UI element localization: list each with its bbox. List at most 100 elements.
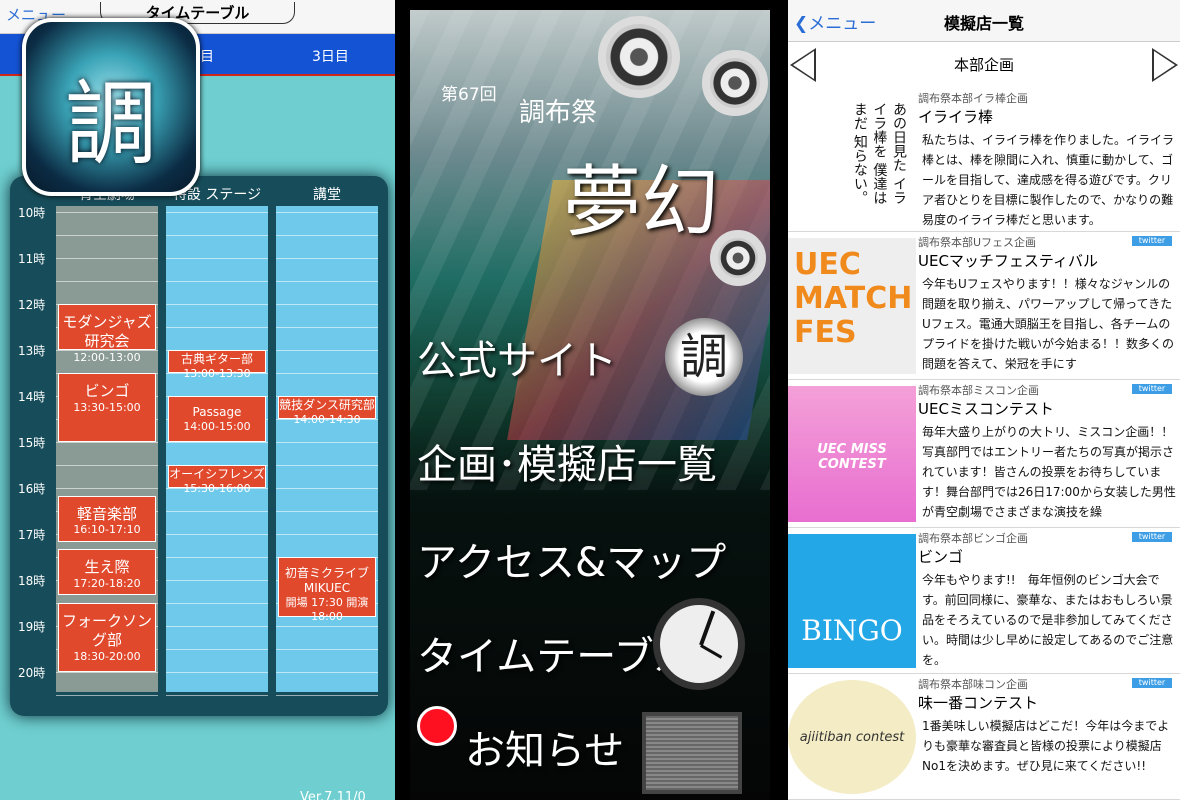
grid-line — [166, 534, 268, 535]
stall-list-item[interactable]: UEC MISS CONTEST 調布祭本部ミスコン企画 UECミスコンテスト 毎年大… — [788, 380, 1180, 528]
column-header-kodo: 講堂 — [313, 187, 341, 203]
event-time: 13:30-15:00 — [73, 400, 141, 414]
event-block[interactable]: 初音ミクライブ MIKUEC 開場 17:30 開演 18:00 — [278, 557, 376, 623]
grid-line — [276, 488, 378, 489]
event-block[interactable]: モダンジャズ研究会 12:00-13:00 — [58, 304, 156, 364]
event-block[interactable]: ビンゴ 13:30-15:00 — [58, 373, 156, 442]
event-block[interactable]: 軽音楽部 16:10-17:10 — [58, 495, 156, 542]
stall-organizer: 調布祭本部ビンゴ企画 — [918, 532, 1028, 545]
event-name: オーイシフレンズ — [169, 467, 265, 481]
stall-thumbnail: UEC MISS CONTEST — [788, 386, 916, 522]
event-name: ビンゴ — [84, 382, 130, 400]
timetable-screen: メニュー タイムテーブル 目 3日目 青空劇場 特設 ステージ 講堂 10時11… — [0, 0, 395, 800]
event-name: Passage — [192, 405, 242, 419]
stall-list-item[interactable]: ajiitiban contest 調布祭本部味コン企画 味一番コンテスト 1番美味し… — [788, 674, 1180, 800]
event-block[interactable]: Passage 14:00-15:00 — [168, 396, 266, 442]
clock-icon — [653, 598, 745, 690]
stalls-nav-bar: ❮メニュー 模擬店一覧 — [788, 0, 1180, 42]
grid-line — [276, 695, 378, 696]
grid-line — [276, 304, 378, 305]
stall-thumbnail: ajiitiban contest — [788, 680, 916, 794]
event-name: 生え際 — [84, 558, 130, 577]
event-time: 15:30-16:00 — [183, 482, 251, 495]
event-name: 初音ミクライブ MIKUEC — [284, 566, 369, 595]
theme-title: 夢幻 — [563, 158, 720, 248]
grid-line — [56, 442, 158, 443]
event-name: 競技ダンス研究部 — [279, 398, 375, 412]
grid-line — [276, 327, 378, 328]
grid-line — [276, 465, 378, 466]
speaker-icon — [598, 16, 680, 98]
twitter-badge-icon[interactable]: twitter — [1132, 236, 1172, 246]
version-label: Ver.7.11/0 — [300, 790, 366, 800]
projects-list-button[interactable]: 企画･模擬店一覧 — [417, 432, 717, 490]
stall-thumbnail: あの日見た イライラ棒を 僕達はまだ 知らない。 — [788, 94, 916, 226]
stall-title: UECマッチフェスティバル — [918, 252, 1099, 270]
stall-list-item[interactable]: BINGO 調布祭本部ビンゴ企画 ビンゴ 今年もやります!! 毎年恒例のビンゴ大会です… — [788, 528, 1180, 674]
grid-line — [166, 580, 268, 581]
grid-line — [166, 626, 268, 627]
grid-line — [276, 212, 378, 213]
twitter-badge-icon[interactable]: twitter — [1132, 384, 1172, 394]
event-time: 13:00-13:30 — [183, 367, 251, 380]
grid-line — [276, 649, 378, 650]
grid-line — [56, 212, 158, 213]
stall-list-item[interactable]: あの日見た イライラ棒を 僕達はまだ 知らない。 調布祭本部イラ棒企画 イライラ棒私… — [788, 88, 1180, 232]
stall-organizer: 調布祭本部Uフェス企画 — [918, 236, 1037, 249]
festival-seal-icon: 調 — [665, 318, 743, 396]
event-block[interactable]: 古典ギター部 13:00-13:30 — [168, 350, 266, 380]
event-block[interactable]: フォークソング部 18:30-20:00 — [58, 603, 156, 672]
stall-list-item[interactable]: UEC MATCH FES 調布祭本部Uフェス企画 UECマッチフェスティバル 今年も… — [788, 232, 1180, 380]
grid-line — [166, 212, 268, 213]
grid-line — [166, 695, 268, 696]
event-block[interactable]: 生え際 17:20-18:20 — [58, 549, 156, 596]
event-time: 14:00-15:00 — [183, 420, 251, 433]
notices-button[interactable]: お知らせ — [465, 718, 624, 776]
grid-line — [276, 281, 378, 282]
festival-name: 調布祭 — [519, 98, 598, 128]
hour-label: 15時 — [18, 436, 46, 450]
hour-label: 17時 — [18, 528, 46, 542]
event-block[interactable]: オーイシフレンズ 15:30-16:00 — [168, 465, 266, 495]
grid-line — [56, 258, 158, 259]
edition-label: 第67回 — [441, 85, 497, 105]
tab-day-3[interactable]: 3日目 — [312, 46, 349, 66]
category-label: 本部企画 — [953, 56, 1014, 74]
stall-description: 私たちは、イライラ棒を作りました。イライラ棒とは、棒を隙間に入れ、慎重に動かして… — [922, 133, 1175, 227]
event-time: 17:20-18:20 — [73, 577, 141, 591]
official-site-button[interactable]: 公式サイト — [417, 328, 617, 386]
timetable-column — [166, 206, 268, 692]
stalls-screen: ❮メニュー 模擬店一覧 本部企画 あの日見た イライラ棒を 僕達はまだ 知らない… — [788, 0, 1180, 800]
stall-organizer: 調布祭本部ミスコン企画 — [918, 384, 1039, 397]
event-block[interactable]: 競技ダンス研究部 14:00-14:30 — [278, 396, 376, 426]
grid-line — [166, 442, 268, 443]
tab-day-2[interactable]: 目 — [200, 46, 214, 66]
grid-line — [166, 603, 268, 604]
access-map-button[interactable]: アクセス&マップ — [417, 530, 726, 588]
hour-label: 16時 — [18, 482, 46, 496]
notice-badge-icon — [417, 706, 457, 746]
grid-line — [276, 626, 378, 627]
twitter-badge-icon[interactable]: twitter — [1132, 532, 1172, 542]
event-name: モダンジャズ研究会 — [62, 313, 152, 350]
grid-line — [56, 465, 158, 466]
hour-label: 18時 — [18, 574, 46, 588]
event-time: 14:00-14:30 — [293, 413, 361, 426]
next-category-icon[interactable] — [1152, 48, 1178, 82]
grid-line — [166, 281, 268, 282]
stall-organizer: 調布祭本部味コン企画 — [918, 678, 1028, 691]
grid-line — [56, 695, 158, 696]
grid-line — [166, 557, 268, 558]
timetable-button[interactable]: タイムテーブル — [417, 624, 694, 682]
event-time: 16:10-17:10 — [73, 523, 141, 537]
stall-description: 毎年大盛り上がりの大トリ、ミスコン企画！！写真部門ではエントリー者たちの写真が掲… — [922, 425, 1176, 519]
hour-label: 20時 — [18, 666, 46, 680]
event-name: フォークソング部 — [61, 612, 152, 649]
event-time: 18:30-20:00 — [73, 649, 141, 663]
grid-line — [276, 373, 378, 374]
grid-line — [276, 258, 378, 259]
grid-line — [276, 442, 378, 443]
hour-label: 13時 — [18, 344, 46, 358]
grid-line — [166, 327, 268, 328]
twitter-badge-icon[interactable]: twitter — [1132, 678, 1172, 688]
